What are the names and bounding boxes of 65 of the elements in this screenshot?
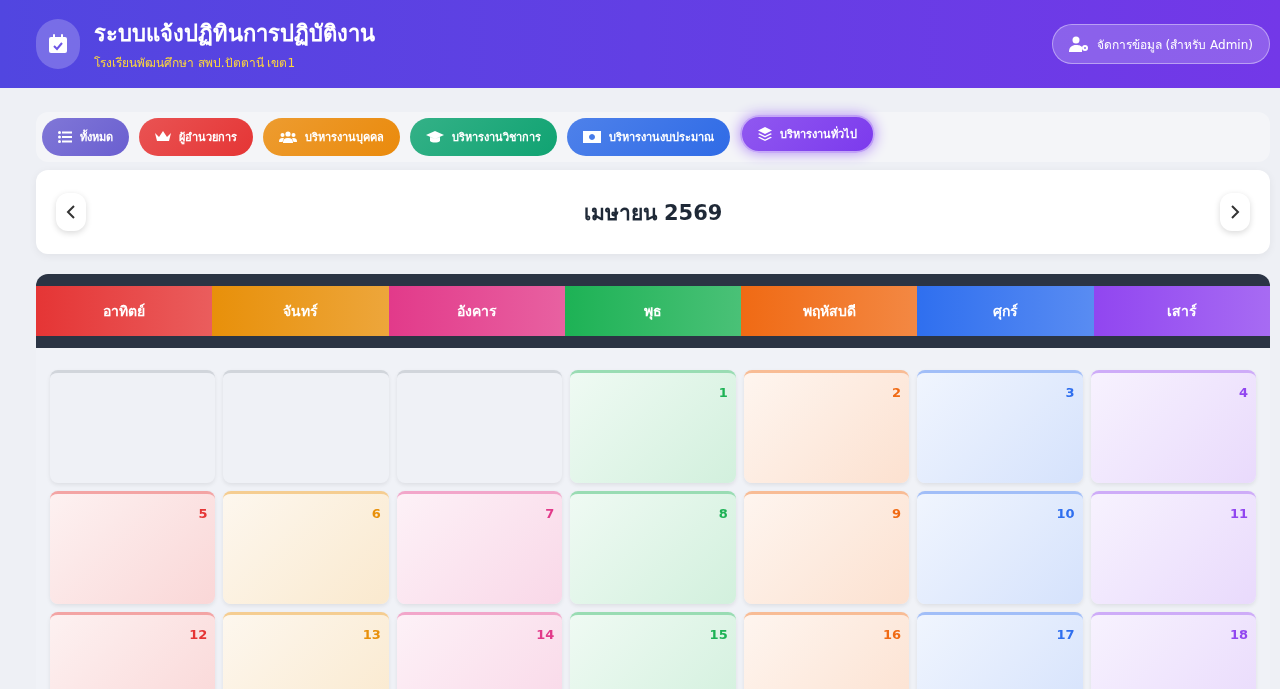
day-number: 6 bbox=[371, 506, 381, 521]
day-number: 5 bbox=[198, 506, 208, 521]
filter-button[interactable]: บริหารงานทั่วไป bbox=[740, 115, 875, 153]
day-number: 7 bbox=[545, 506, 555, 521]
day-cell[interactable]: 11 bbox=[1090, 491, 1256, 604]
day-number: 18 bbox=[1229, 627, 1248, 642]
list-icon bbox=[58, 131, 72, 143]
previous-month-button[interactable] bbox=[56, 193, 86, 231]
weekday-header: ศุกร์ bbox=[917, 286, 1094, 336]
day-number: 2 bbox=[892, 385, 902, 400]
day-cell[interactable]: 12 bbox=[50, 612, 216, 689]
day-cell[interactable]: 8 bbox=[570, 491, 736, 604]
day-number: 8 bbox=[718, 506, 728, 521]
banknote-icon bbox=[583, 131, 601, 143]
day-number: 15 bbox=[709, 627, 728, 642]
day-cell[interactable]: 15 bbox=[570, 612, 736, 689]
day-cell[interactable]: 4 bbox=[1090, 370, 1256, 483]
weekday-header: จันทร์ bbox=[212, 286, 389, 336]
graduation-cap-icon bbox=[426, 131, 444, 143]
day-cell[interactable]: 7 bbox=[396, 491, 563, 604]
layers-icon bbox=[758, 127, 772, 141]
day-cell[interactable]: 2 bbox=[743, 370, 910, 483]
day-cell[interactable]: 13 bbox=[223, 612, 389, 689]
day-cell[interactable]: 5 bbox=[50, 491, 216, 604]
day-cell[interactable]: 9 bbox=[743, 491, 910, 604]
chevron-right-icon bbox=[1230, 205, 1240, 219]
day-number: 10 bbox=[1056, 506, 1075, 521]
day-cell[interactable]: 1 bbox=[570, 370, 736, 483]
filter-button[interactable]: บริหารงานวิชาการ bbox=[410, 118, 557, 156]
admin-button[interactable]: จัดการข้อมูล (สำหรับ Admin) bbox=[1051, 24, 1270, 64]
day-number: 3 bbox=[1065, 385, 1075, 400]
month-title: เมษายน 2569 bbox=[583, 199, 723, 227]
users-icon bbox=[279, 131, 297, 143]
day-cell[interactable]: 18 bbox=[1090, 612, 1256, 689]
day-number: 16 bbox=[883, 627, 902, 642]
day-number: 12 bbox=[189, 627, 208, 642]
calendar-check-icon bbox=[36, 19, 80, 69]
filter-button[interactable]: บริหารงานงบประมาณ bbox=[567, 118, 730, 156]
day-number: 4 bbox=[1238, 385, 1248, 400]
day-number: 17 bbox=[1056, 627, 1075, 642]
day-number: 13 bbox=[362, 627, 381, 642]
app-title: ระบบแจ้งปฏิทินการปฏิบัติงาน bbox=[94, 20, 375, 48]
day-number: 11 bbox=[1229, 506, 1248, 521]
weekday-header: เสาร์ bbox=[1093, 286, 1270, 336]
day-cell[interactable]: 16 bbox=[743, 612, 910, 689]
weekday-header: อังคาร bbox=[388, 286, 565, 336]
day-cell[interactable]: 14 bbox=[396, 612, 563, 689]
day-cell[interactable]: 10 bbox=[917, 491, 1083, 604]
filter-button[interactable]: ผู้อำนวยการ bbox=[139, 118, 253, 156]
user-gear-icon bbox=[1068, 36, 1089, 52]
weekday-header: อาทิตย์ bbox=[36, 286, 213, 336]
school-name: โรงเรียนพัฒนศึกษา สพป.ปัตตานี เขต1 bbox=[94, 55, 297, 72]
filter-button[interactable]: บริหารงานบุคคล bbox=[263, 118, 400, 156]
weekday-header: พุธ bbox=[564, 286, 742, 336]
crown-icon bbox=[155, 131, 171, 143]
day-cell[interactable]: 3 bbox=[917, 370, 1083, 483]
day-number: 14 bbox=[536, 627, 555, 642]
weekday-header: พฤหัสบดี bbox=[741, 286, 918, 336]
day-cell[interactable]: 17 bbox=[917, 612, 1083, 689]
filter-button[interactable]: ทั้งหมด bbox=[42, 118, 129, 156]
next-month-button[interactable] bbox=[1220, 193, 1250, 231]
day-number: 1 bbox=[718, 385, 728, 400]
day-cell[interactable]: 6 bbox=[223, 491, 389, 604]
day-number: 9 bbox=[892, 506, 902, 521]
chevron-left-icon bbox=[66, 205, 76, 219]
